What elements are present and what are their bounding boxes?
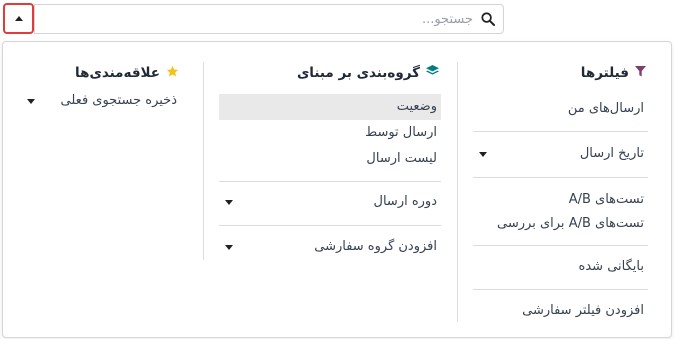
divider (473, 131, 648, 132)
favorites-header: علاقه‌مندی‌ها (21, 60, 181, 86)
caret-down-icon (225, 244, 233, 250)
divider (473, 289, 648, 290)
groupby-sent-by[interactable]: ارسال توسط (219, 120, 441, 146)
groupby-send-list[interactable]: لیست ارسال (219, 146, 441, 172)
filter-send-date-label: تاریخ ارسال (579, 146, 644, 161)
divider (473, 177, 648, 178)
filter-archived[interactable]: بایگانی شده (473, 252, 648, 282)
caret-up-icon (14, 16, 23, 21)
favorites-column: علاقه‌مندی‌ها ذخیره جستجوی فعلی (21, 60, 181, 114)
groupby-status-label: وضعیت (396, 99, 437, 114)
divider (473, 245, 648, 246)
filter-ab-tests-label: تست‌های A/B (568, 192, 644, 207)
groupby-send-list-label: لیست ارسال (366, 151, 437, 166)
add-custom-filter-button[interactable]: افزودن فیلتر سفارشی (473, 296, 648, 326)
save-current-search-toggle[interactable]: ذخیره جستجوی فعلی (21, 88, 181, 114)
caret-down-icon (225, 199, 233, 205)
caret-down-icon (27, 98, 35, 104)
filter-ab-tests-review-label: تست‌های A/B برای بررسی (497, 216, 644, 231)
filter-archived-label: بایگانی شده (578, 259, 644, 274)
divider (219, 181, 441, 182)
search-options-panel: فیلترها ارسال‌های من تاریخ ارسال تست‌های… (2, 41, 672, 338)
filter-icon (635, 65, 646, 81)
search-bar (34, 4, 504, 34)
add-custom-filter-label: افزودن فیلتر سفارشی (522, 303, 644, 318)
groupby-send-period[interactable]: دوره ارسال (219, 187, 441, 217)
search-input[interactable] (35, 6, 473, 32)
filter-ab-tests[interactable]: تست‌های A/B (473, 188, 648, 212)
groupby-column: گروه‌بندی بر مبنای وضعیت ارسال توسط لیست… (219, 60, 441, 262)
filters-column: فیلترها ارسال‌های من تاریخ ارسال تست‌های… (473, 60, 648, 326)
toggle-search-panel-button[interactable] (3, 3, 34, 34)
save-current-search-label: ذخیره جستجوی فعلی (60, 93, 177, 108)
filters-title: فیلترها (580, 65, 629, 81)
add-custom-group-select[interactable]: افزودن گروه سفارشی (219, 232, 441, 262)
divider (219, 225, 441, 226)
filter-my-sendings[interactable]: ارسال‌های من (473, 94, 648, 124)
groupby-status[interactable]: وضعیت (219, 94, 441, 120)
filters-header: فیلترها (473, 60, 648, 86)
filter-send-date[interactable]: تاریخ ارسال (473, 139, 648, 169)
filter-my-sendings-label: ارسال‌های من (567, 101, 644, 116)
favorites-title: علاقه‌مندی‌ها (75, 65, 160, 81)
add-custom-group-label: افزودن گروه سفارشی (314, 239, 437, 254)
groupby-sent-by-label: ارسال توسط (365, 125, 437, 140)
column-divider (457, 62, 458, 322)
groupby-header: گروه‌بندی بر مبنای (219, 60, 441, 86)
groupby-title: گروه‌بندی بر مبنای (296, 65, 420, 81)
layers-icon (426, 65, 439, 81)
star-icon (166, 65, 179, 82)
column-divider (203, 62, 204, 260)
filter-ab-tests-review[interactable]: تست‌های A/B برای بررسی (473, 212, 648, 236)
caret-down-icon (479, 151, 487, 157)
groupby-send-period-label: دوره ارسال (373, 194, 437, 209)
search-icon[interactable] (473, 5, 503, 33)
